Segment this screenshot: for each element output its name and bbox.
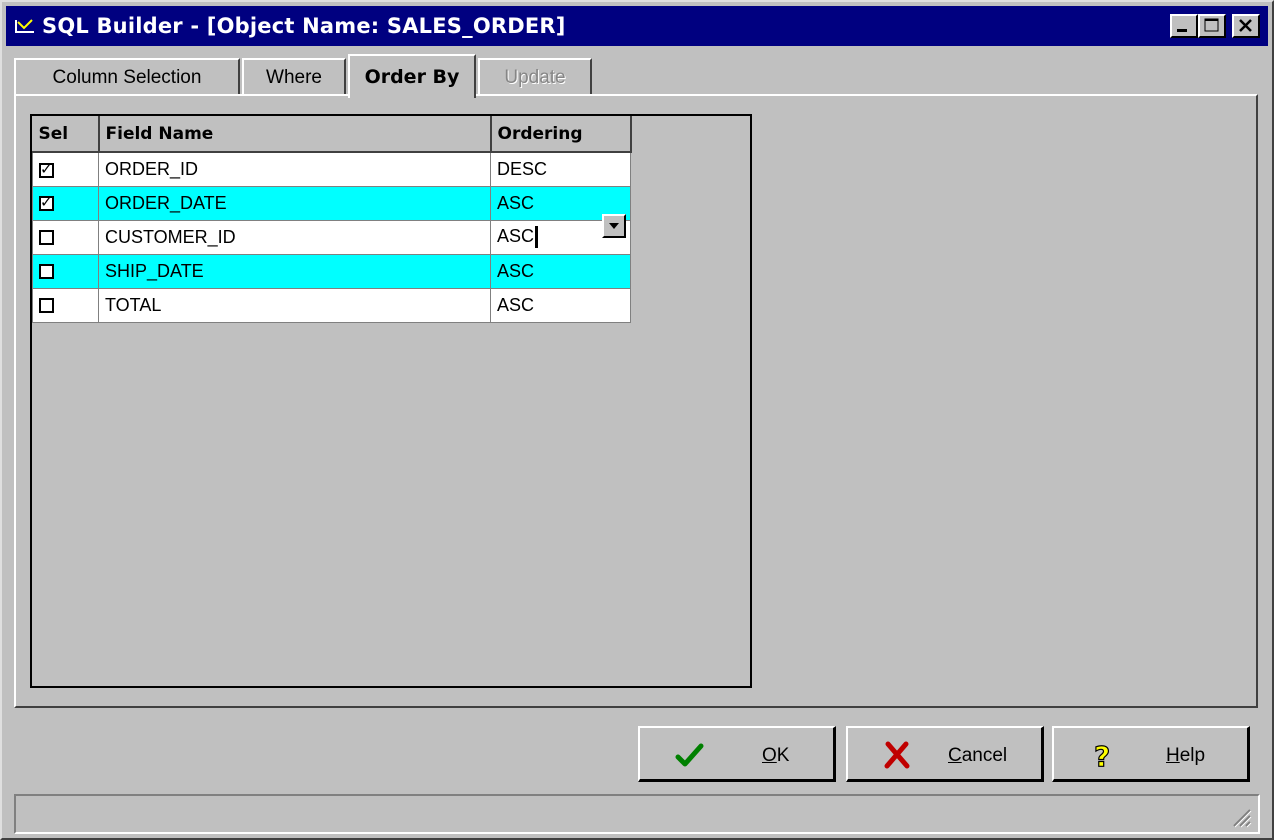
maximize-button[interactable] [1198, 14, 1226, 38]
field-name-cell[interactable]: ORDER_ID [98, 151, 491, 187]
order-by-grid: Sel Field Name Ordering ✓ ORDER_ID DESC … [32, 116, 632, 323]
sel-cell[interactable] [32, 287, 99, 323]
help-button[interactable]: ? Help [1052, 726, 1250, 782]
field-name-cell[interactable]: TOTAL [98, 287, 491, 323]
table-row[interactable]: CUSTOMER_ID ASC [32, 213, 631, 255]
ordering-value: ASC [497, 225, 535, 246]
maximize-icon [1204, 18, 1219, 32]
resize-grip-icon[interactable] [1228, 804, 1252, 828]
status-bar [14, 794, 1260, 834]
tab-label: Update [504, 67, 566, 88]
column-header-ordering[interactable]: Ordering [490, 116, 632, 153]
column-header-sel[interactable]: Sel [32, 116, 100, 153]
tab-label: Column Selection [52, 67, 202, 88]
sel-cell[interactable] [32, 253, 99, 289]
tab-label: Order By [364, 66, 460, 88]
select-checkbox[interactable] [39, 298, 54, 314]
select-checkbox[interactable] [39, 264, 54, 280]
close-icon [1239, 19, 1252, 32]
table-row[interactable]: TOTAL ASC [32, 287, 631, 323]
tab-column-selection[interactable]: Column Selection [14, 58, 240, 96]
tab-where[interactable]: Where [242, 58, 346, 96]
cancel-label: Cancel [948, 745, 1008, 766]
table-row[interactable]: ✓ ORDER_ID DESC [32, 151, 631, 187]
tab-order-by[interactable]: Order By [348, 54, 476, 98]
field-name-cell[interactable]: ORDER_DATE [98, 185, 491, 221]
checkmark-icon: ✓ [40, 159, 53, 178]
sel-cell[interactable]: ✓ [32, 185, 99, 221]
select-checkbox[interactable]: ✓ [39, 193, 54, 212]
tab-label: Where [266, 67, 322, 88]
window-title: SQL Builder - [Object Name: SALES_ORDER] [42, 14, 566, 38]
close-button[interactable] [1232, 14, 1260, 38]
sel-cell[interactable]: ✓ [32, 151, 99, 187]
field-name-cell[interactable]: CUSTOMER_ID [98, 219, 491, 255]
question-icon: ? [1093, 740, 1110, 770]
ordering-cell[interactable]: ASC [490, 287, 631, 323]
table-row[interactable]: ✓ ORDER_DATE ASC [32, 185, 631, 221]
text-caret [535, 226, 539, 249]
checkmark-icon [675, 743, 704, 767]
select-checkbox[interactable]: ✓ [39, 159, 54, 178]
field-name-cell[interactable]: SHIP_DATE [98, 253, 491, 289]
svg-text:?: ? [1094, 740, 1110, 770]
ordering-cell[interactable]: DESC [490, 151, 631, 187]
ordering-cell-editing[interactable]: ASC [490, 213, 631, 255]
minimize-button[interactable] [1170, 14, 1198, 38]
app-icon [15, 19, 34, 33]
checkmark-icon: ✓ [40, 193, 53, 212]
ok-label: OK [762, 745, 790, 766]
sel-cell[interactable] [32, 219, 99, 255]
column-header-field-name[interactable]: Field Name [98, 116, 492, 153]
ok-button[interactable]: OK [638, 726, 836, 782]
ordering-dropdown-button[interactable] [602, 213, 626, 238]
ordering-cell[interactable]: ASC [490, 253, 631, 289]
table-row[interactable]: SHIP_DATE ASC [32, 253, 631, 289]
title-bar[interactable]: SQL Builder - [Object Name: SALES_ORDER] [6, 6, 1268, 46]
x-icon [884, 741, 910, 769]
select-checkbox[interactable] [39, 230, 54, 246]
tab-update: Update [478, 58, 592, 96]
help-label: Help [1166, 745, 1206, 766]
sql-builder-window: SQL Builder - [Object Name: SALES_ORDER]… [0, 0, 1274, 840]
cancel-button[interactable]: Cancel [846, 726, 1044, 782]
minimize-icon [1177, 29, 1187, 32]
